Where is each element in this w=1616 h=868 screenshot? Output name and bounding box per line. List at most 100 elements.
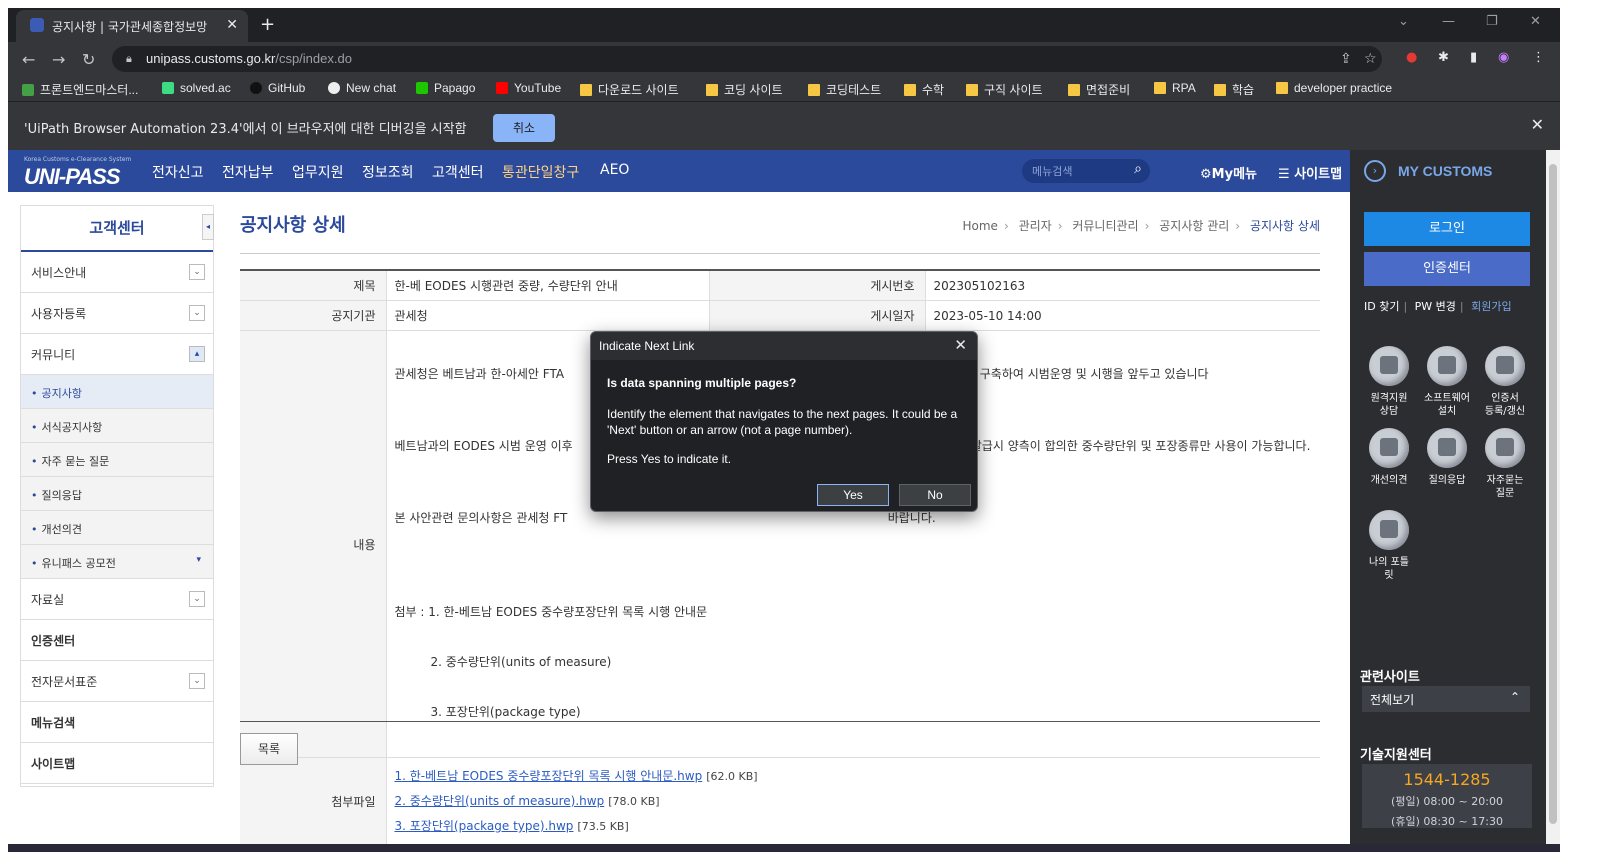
forward-icon[interactable]: → bbox=[52, 50, 65, 69]
lnav-item-edoc-standard[interactable]: 전자문서표준 ⌄ bbox=[21, 661, 213, 702]
side-panel-icon[interactable]: ▮ bbox=[1470, 50, 1477, 65]
bookmark-item[interactable]: GitHub bbox=[250, 81, 305, 95]
my-customs-header: › MY CUSTOMS bbox=[1350, 150, 1546, 192]
my-portlet-shortcut[interactable]: 나의 포틀 릿 bbox=[1360, 510, 1418, 582]
related-sites-select[interactable]: 전체보기 ⌃ bbox=[1362, 686, 1530, 712]
gnb-customer-center[interactable]: 고객센터 bbox=[432, 162, 484, 182]
gnb-single-window[interactable]: 통관단일창구 bbox=[502, 162, 579, 182]
feedback-shortcut[interactable]: 개선의견 bbox=[1360, 428, 1418, 487]
qna-shortcut[interactable]: 질의응답 bbox=[1418, 428, 1476, 487]
cert-center-button[interactable]: 인증센터 bbox=[1364, 252, 1530, 286]
quick-icon-label: 자주묻는 bbox=[1486, 475, 1524, 486]
back-icon[interactable]: ← bbox=[22, 50, 35, 69]
bookmark-folder[interactable]: 코딩 사이트 bbox=[706, 81, 783, 98]
login-button[interactable]: 로그인 bbox=[1364, 212, 1530, 246]
gnb-info-inquiry[interactable]: 정보조회 bbox=[362, 162, 414, 182]
cancel-debugging-button[interactable]: 취소 bbox=[493, 114, 555, 142]
lnav-sub-form-notice[interactable]: • 서식공지사항 bbox=[21, 409, 213, 443]
search-icon[interactable]: ⌕ bbox=[1134, 161, 1142, 177]
gnb-business-support[interactable]: 업무지원 bbox=[292, 162, 344, 182]
browser-tab[interactable]: 공지사항 | 국가관세종합정보망 ✕ bbox=[16, 10, 248, 42]
faq-shortcut[interactable]: 자주묻는 질문 bbox=[1476, 428, 1534, 500]
breadcrumb-item[interactable]: 공지사항 관리 bbox=[1159, 219, 1229, 233]
breadcrumb-item[interactable]: Home bbox=[963, 219, 998, 233]
lnav-item-service-guide[interactable]: 서비스안내 ⌄ bbox=[21, 252, 213, 293]
bookmark-star-icon[interactable]: ☆ bbox=[1364, 51, 1377, 67]
bookmark-folder[interactable]: 다운로드 사이트 bbox=[580, 81, 679, 98]
lnav-sub-feedback[interactable]: • 개선의견 bbox=[21, 511, 213, 545]
caret-down-icon[interactable]: ▾ bbox=[196, 555, 201, 565]
lnav-item-menu-search[interactable]: 메뉴검색 bbox=[21, 702, 213, 743]
scrollbar-thumb[interactable] bbox=[1549, 164, 1557, 824]
signup-link[interactable]: 회원가입 bbox=[1471, 300, 1511, 313]
url-field[interactable]: 🔒︎ unipass.customs.go.kr/csp/index.do ⇪ … bbox=[112, 46, 1382, 72]
lnav-sub-qna[interactable]: • 질의응답 bbox=[21, 477, 213, 511]
dialog-close-icon[interactable]: ✕ bbox=[954, 336, 967, 354]
lnav-sub-notice[interactable]: • 공지사항 bbox=[21, 375, 213, 409]
certificate-shortcut[interactable]: 인증서 등록/갱신 bbox=[1476, 346, 1534, 418]
bookmark-item[interactable]: Papago bbox=[416, 81, 475, 95]
tab-search-icon[interactable]: ⌄ bbox=[1398, 14, 1409, 29]
attachment-link[interactable]: 2. 중수량단위(units of measure).hwp bbox=[395, 794, 605, 808]
chevron-down-icon[interactable]: ⌄ bbox=[189, 673, 205, 689]
find-id-link[interactable]: ID 찾기 bbox=[1364, 300, 1399, 313]
window-close-icon[interactable]: ✕ bbox=[1530, 14, 1541, 29]
chevron-right-circle-icon[interactable]: › bbox=[1364, 160, 1386, 182]
reload-icon[interactable]: ↻ bbox=[82, 50, 95, 69]
bookmark-item[interactable]: New chat bbox=[328, 81, 396, 95]
software-install-shortcut[interactable]: 소프트웨어 설치 bbox=[1418, 346, 1476, 418]
bookmark-folder[interactable]: RPA bbox=[1154, 81, 1196, 95]
share-icon[interactable]: ⇪ bbox=[1340, 51, 1352, 67]
folder-icon bbox=[904, 84, 916, 96]
tech-support-weekday: (평일) 08:00 ~ 20:00 bbox=[1391, 795, 1503, 808]
unipass-logo[interactable]: Korea Customs e-Clearance System UNI-PAS… bbox=[24, 156, 131, 189]
no-button[interactable]: No bbox=[899, 484, 971, 506]
infobar-close-icon[interactable]: ✕ bbox=[1531, 115, 1544, 134]
gnb-e-declaration[interactable]: 전자신고 bbox=[152, 162, 204, 182]
lnav-item-user-registration[interactable]: 사용자등록 ⌄ bbox=[21, 293, 213, 334]
list-button[interactable]: 목록 bbox=[240, 733, 298, 765]
lnav-sub-faq[interactable]: • 자주 묻는 질문 bbox=[21, 443, 213, 477]
gnb-aeo[interactable]: AEO bbox=[600, 162, 629, 178]
minimize-icon[interactable]: — bbox=[1442, 14, 1455, 29]
lnav-item-archive[interactable]: 자료실 ⌄ bbox=[21, 579, 213, 620]
lnav-sub-contest[interactable]: • 유니패스 공모전 ▾ bbox=[21, 545, 213, 579]
lnav-item-community[interactable]: 커뮤니티 ▴ bbox=[21, 334, 213, 375]
chevron-down-icon[interactable]: ⌄ bbox=[189, 305, 205, 321]
bookmark-folder[interactable]: 수학 bbox=[904, 81, 944, 98]
remote-support-shortcut[interactable]: 원격지원 상담 bbox=[1360, 346, 1418, 418]
bookmark-item[interactable]: 프론트엔드마스터... bbox=[22, 81, 138, 98]
new-tab-icon[interactable]: + bbox=[260, 14, 275, 35]
attachment-link[interactable]: 3. 포장단위(package type).hwp bbox=[395, 819, 574, 833]
ublock-extension-icon[interactable]: ● bbox=[1406, 50, 1417, 65]
bookmark-folder[interactable]: 구직 사이트 bbox=[966, 81, 1043, 98]
collapse-sidebar-icon[interactable]: ◂ bbox=[202, 214, 214, 240]
breadcrumb-item[interactable]: 관리자 bbox=[1019, 219, 1052, 233]
bookmark-folder[interactable]: 학습 bbox=[1214, 81, 1254, 98]
address-bar: ← → ↻ 🔒︎ unipass.customs.go.kr/csp/index… bbox=[8, 42, 1560, 76]
bookmark-item[interactable]: YouTube bbox=[496, 81, 561, 95]
chevron-down-icon[interactable]: ⌄ bbox=[189, 264, 205, 280]
bookmark-folder[interactable]: 코딩테스트 bbox=[808, 81, 881, 98]
change-pw-link[interactable]: PW 변경 bbox=[1415, 300, 1456, 313]
menu-search-input[interactable] bbox=[1032, 162, 1122, 180]
gnb-e-payment[interactable]: 전자납부 bbox=[222, 162, 274, 182]
yes-button[interactable]: Yes bbox=[817, 484, 889, 506]
my-menu-link[interactable]: ⚙My메뉴 bbox=[1200, 163, 1257, 182]
profile-avatar-icon[interactable]: ◉ bbox=[1498, 50, 1509, 65]
browser-menu-icon[interactable]: ⋮ bbox=[1532, 50, 1545, 65]
chevron-down-icon[interactable]: ⌄ bbox=[189, 591, 205, 607]
lnav-item-cert-center[interactable]: 인증센터 bbox=[21, 620, 213, 661]
lnav-item-sitemap[interactable]: 사이트맵 bbox=[21, 743, 213, 784]
chevron-up-icon[interactable]: ▴ bbox=[189, 346, 205, 362]
bookmark-folder[interactable]: developer practice bbox=[1276, 81, 1392, 95]
breadcrumb-item[interactable]: 커뮤니티관리 bbox=[1072, 219, 1138, 233]
sitemap-link[interactable]: ☰ 사이트맵 bbox=[1278, 163, 1342, 182]
bookmark-folder[interactable]: 면접준비 bbox=[1068, 81, 1130, 98]
extensions-puzzle-icon[interactable]: ✱ bbox=[1438, 50, 1449, 65]
attachment-link[interactable]: 1. 한-베트남 EODES 중수량포장단위 목록 시행 안내문.hwp bbox=[395, 769, 703, 783]
page-scrollbar[interactable] bbox=[1546, 150, 1560, 852]
tab-close-icon[interactable]: ✕ bbox=[226, 17, 238, 33]
bookmark-item[interactable]: solved.ac bbox=[162, 81, 231, 95]
restore-icon[interactable]: ❐ bbox=[1486, 14, 1498, 29]
